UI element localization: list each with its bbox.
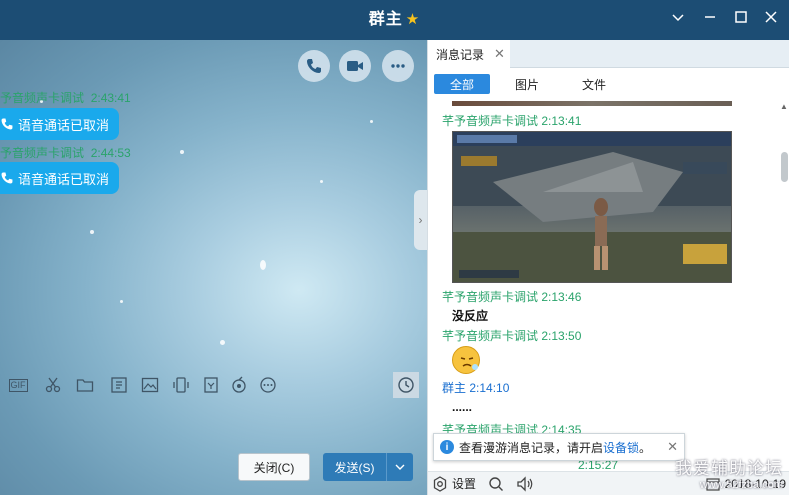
message-time: 2:44:53 (90, 146, 131, 160)
chevron-down-icon[interactable] (666, 8, 690, 32)
background-sparkle (220, 340, 225, 345)
filter-files[interactable]: 文件 (572, 74, 616, 94)
more-options-button[interactable] (382, 50, 414, 82)
window-title-text: 群主 (368, 11, 403, 28)
minimize-button[interactable] (698, 8, 722, 32)
message-time: 2:13:46 (541, 290, 582, 304)
scrollbar-thumb[interactable] (781, 152, 788, 182)
gif-label: GIF (8, 378, 28, 392)
message-sender: 予音频声卡调试 2:44:53 (0, 144, 131, 161)
date-picker[interactable]: 2018-10-19 (706, 477, 786, 491)
background-sparkle (320, 180, 323, 183)
voice-call-button[interactable] (298, 50, 330, 82)
background-sparkle (370, 120, 373, 123)
sender-name: 芊予音频声卡调试 (442, 329, 539, 343)
previous-image-thumbnail[interactable] (452, 101, 732, 106)
filter-images[interactable]: 图片 (505, 74, 549, 94)
message-history-panel: 消息记录 ✕ 全部 图片 文件 芊予音频声卡调试 2:13:41 芊予音频声卡调… (427, 40, 789, 495)
history-sender: 芊予音频声卡调试 2:13:46 (442, 288, 581, 305)
search-icon[interactable] (488, 476, 504, 492)
scissors-icon[interactable] (42, 374, 64, 396)
scroll-up-icon[interactable]: ▲ (780, 102, 788, 111)
more-circle-icon[interactable] (257, 374, 279, 396)
phone-icon (1, 172, 13, 184)
send-button-group: 发送(S) (323, 453, 413, 481)
history-message-text: ...... (452, 400, 473, 414)
sender-name: 芊予音频声卡调试 (442, 114, 539, 128)
star-icon: ★ (405, 11, 421, 28)
gear-icon (433, 475, 447, 492)
gif-icon[interactable]: GIF (6, 374, 30, 396)
sender-name: 予音频声卡调试 (0, 91, 85, 105)
message-time: 2:13:50 (541, 329, 582, 343)
notice-text: 查看漫游消息记录，请开启 (459, 440, 604, 455)
game-screenshot-image[interactable] (452, 131, 732, 283)
message-sender: 予音频声卡调试 2:43:41 (0, 89, 131, 106)
close-icon[interactable]: ✕ (667, 439, 678, 455)
device-lock-notice: i 查看漫游消息记录，请开启 设备锁。 ✕ (433, 433, 685, 461)
notice-suffix: 。 (639, 440, 652, 455)
emoji-sticker[interactable] (452, 346, 480, 374)
music-icon[interactable] (228, 374, 250, 396)
video-icon (347, 61, 363, 71)
history-bottom-bar: 设置 2018-10-19 (428, 471, 789, 495)
history-sender: 芊予音频声卡调试 2:13:50 (442, 327, 581, 344)
speaker-icon[interactable] (516, 475, 534, 492)
calendar-icon (706, 477, 720, 491)
message-bubble[interactable]: 语音通话已取消 (0, 162, 120, 194)
more-icon (391, 64, 405, 68)
screen-share-icon[interactable] (170, 374, 192, 396)
maximize-button[interactable] (729, 8, 753, 32)
settings-label: 设置 (452, 477, 477, 491)
history-scrollbar[interactable]: ▲ (779, 102, 789, 495)
message-time: 2:43:41 (90, 91, 131, 105)
sender-name: 群主 (442, 381, 467, 395)
video-call-button[interactable] (339, 50, 371, 82)
message-text: 语音通话已取消 (18, 171, 110, 187)
background-sparkle (180, 150, 184, 154)
folder-icon[interactable] (74, 374, 96, 396)
phone-icon (1, 118, 13, 130)
message-time: 2:13:41 (541, 114, 582, 128)
send-options-dropdown[interactable] (387, 453, 413, 481)
phone-icon (307, 59, 321, 73)
tab-message-history[interactable]: 消息记录 ✕ (428, 40, 510, 68)
close-chat-button[interactable]: 关闭(C) (238, 453, 310, 481)
sticker-icon[interactable] (108, 374, 130, 396)
history-sender: 芊予音频声卡调试 2:13:41 (442, 112, 581, 129)
message-text: 语音通话已取消 (18, 117, 110, 133)
info-icon: i (440, 440, 454, 454)
sender-name: 芊予音频声卡调试 (442, 290, 539, 304)
clock-icon[interactable] (393, 372, 419, 398)
input-toolbar: GIF (0, 370, 427, 400)
close-icon[interactable]: ✕ (494, 46, 505, 62)
send-button[interactable]: 发送(S) (323, 453, 387, 481)
tab-label: 消息记录 (436, 47, 485, 62)
background-sparkle (260, 260, 266, 270)
collapse-panel-handle[interactable]: › (414, 190, 427, 250)
close-button[interactable] (759, 8, 783, 32)
calendar-icon[interactable] (200, 374, 222, 396)
image-icon[interactable] (139, 374, 161, 396)
sender-name: 予音频声卡调试 (0, 146, 85, 160)
message-time: 2:14:10 (469, 381, 510, 395)
filter-all[interactable]: 全部 (434, 74, 490, 94)
history-date: 2018-10-19 (724, 476, 786, 491)
message-bubble[interactable]: 语音通话已取消 (0, 108, 120, 140)
history-tab-bar: 消息记录 ✕ (428, 40, 789, 68)
chat-panel: 予音频声卡调试 2:43:41 语音通话已取消 予音频声卡调试 2:44:53 … (0, 40, 427, 495)
chevron-down-icon (395, 464, 405, 470)
background-sparkle (90, 230, 94, 234)
history-message-text: 没反应 (452, 309, 489, 323)
device-lock-link[interactable]: 设备锁 (603, 439, 639, 456)
title-bar: 群主 ★ (0, 0, 789, 40)
settings-button[interactable]: 设置 (432, 475, 476, 492)
history-sender-self: 群主 2:14:10 (442, 379, 509, 396)
background-sparkle (120, 300, 123, 303)
